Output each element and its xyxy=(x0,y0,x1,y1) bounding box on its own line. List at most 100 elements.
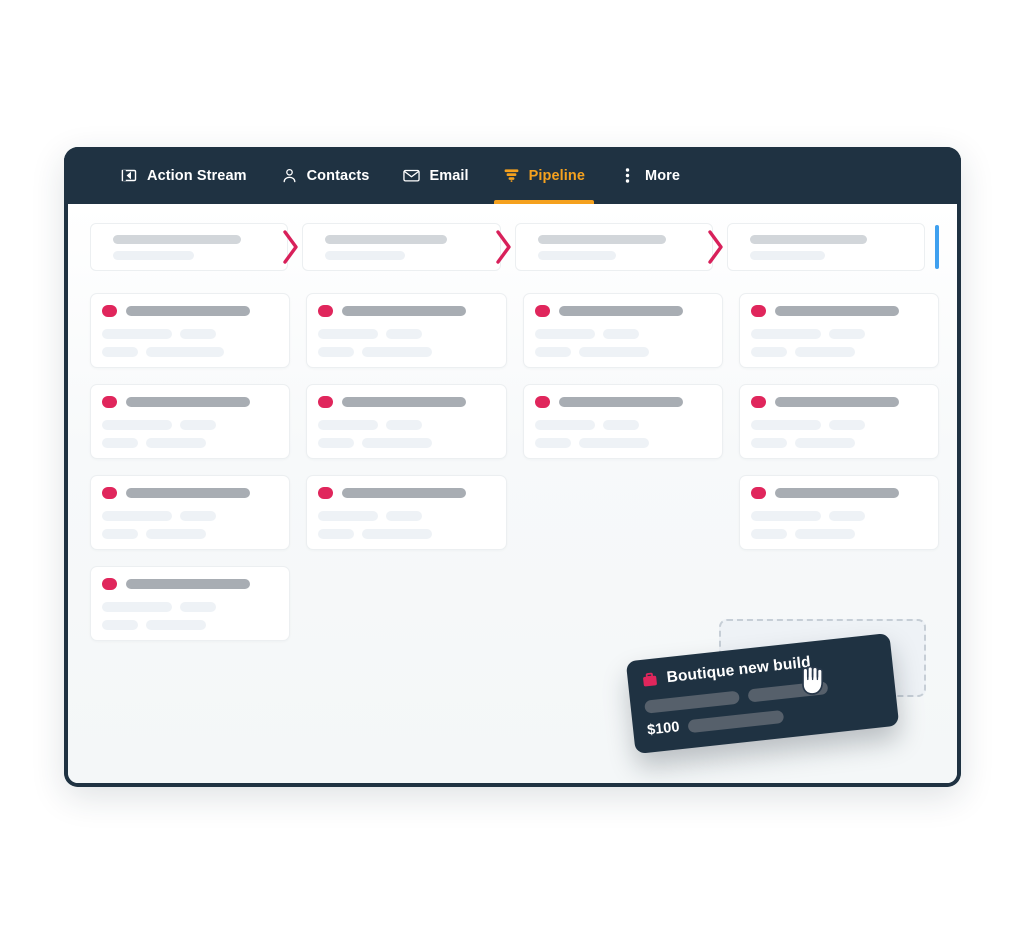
dragged-card-amount: $100 xyxy=(646,719,681,739)
deal-status-dot xyxy=(534,305,550,317)
deal-card[interactable] xyxy=(306,293,507,368)
dragged-card-title: Boutique new build xyxy=(665,653,812,687)
nav-item-label: Email xyxy=(429,167,469,184)
deal-field-placeholder xyxy=(750,529,787,539)
deal-field-placeholder xyxy=(102,329,172,339)
deal-card-header xyxy=(534,305,709,317)
pipeline-stage-bar xyxy=(90,223,939,271)
deal-status-dot xyxy=(102,305,117,317)
deal-field-placeholder xyxy=(578,347,649,357)
dragged-field-placeholder xyxy=(644,690,740,714)
deal-card-header xyxy=(750,487,925,499)
deal-card[interactable] xyxy=(738,384,939,459)
stage-separator-chevron xyxy=(283,230,299,264)
deal-card[interactable] xyxy=(306,384,507,459)
dragged-field-placeholder xyxy=(687,709,785,733)
deal-card[interactable] xyxy=(90,384,291,459)
pipeline-stage-4[interactable] xyxy=(726,223,925,271)
deal-field-placeholder xyxy=(146,620,206,630)
deal-field-placeholder xyxy=(318,511,379,521)
deal-field-placeholder xyxy=(146,529,206,539)
screenshot-stage: Action Stream Contacts Email Pipeline Mo… xyxy=(0,0,1024,934)
deal-card[interactable] xyxy=(90,475,291,550)
deal-field-placeholder xyxy=(386,420,423,430)
deal-field-placeholder xyxy=(602,329,639,339)
deal-status-dot xyxy=(102,396,117,408)
deal-title-placeholder xyxy=(342,488,467,498)
deal-field-placeholder xyxy=(180,420,216,430)
flag-arrow-icon xyxy=(121,167,138,184)
nav-item-label: Pipeline xyxy=(528,167,586,184)
deal-field-placeholder xyxy=(794,438,855,448)
nav-item-label: More xyxy=(645,167,681,184)
deal-field-placeholder xyxy=(318,329,379,339)
pipeline-stage-1[interactable] xyxy=(90,223,298,271)
deal-field-placeholder xyxy=(828,420,865,430)
deal-field-placeholder xyxy=(318,529,355,539)
deal-card-header xyxy=(750,305,925,317)
deal-field-placeholder xyxy=(534,329,595,339)
deal-card[interactable] xyxy=(738,293,939,368)
pipeline-stage-2[interactable] xyxy=(302,223,511,271)
deal-card-header xyxy=(102,578,276,590)
deal-status-dot xyxy=(750,396,766,408)
stage-name-placeholder xyxy=(537,234,666,244)
person-icon xyxy=(281,167,298,184)
deal-field-placeholder xyxy=(102,529,138,539)
deal-card[interactable] xyxy=(306,475,507,550)
deal-status-dot xyxy=(534,396,550,408)
stage-separator-chevron xyxy=(708,230,724,264)
nav-item-contacts[interactable]: Contacts xyxy=(264,147,387,204)
deal-field-placeholder xyxy=(750,347,787,357)
horizontal-scrollbar[interactable] xyxy=(935,225,939,269)
deal-title-placeholder xyxy=(774,488,899,498)
deal-card[interactable] xyxy=(90,566,291,641)
deal-card-header xyxy=(318,487,492,499)
deal-status-dot xyxy=(318,396,334,408)
deal-status-dot xyxy=(102,487,117,499)
nav-item-label: Action Stream xyxy=(147,167,247,184)
stage-name-placeholder xyxy=(749,234,867,244)
dragged-deal-card[interactable]: Boutique new build $100 xyxy=(625,632,900,755)
app-window: Action Stream Contacts Email Pipeline Mo… xyxy=(64,147,961,787)
pipeline-canvas: Boutique new build $100 xyxy=(64,204,961,787)
stage-separator-chevron xyxy=(495,230,512,264)
deal-card[interactable] xyxy=(90,293,291,368)
stage-subtitle-placeholder xyxy=(325,250,406,260)
pipeline-stage-3[interactable] xyxy=(514,223,723,271)
deal-field-placeholder xyxy=(602,420,639,430)
deal-field-placeholder xyxy=(180,511,216,521)
deal-card-header xyxy=(318,305,492,317)
deal-card-header xyxy=(318,396,492,408)
deal-field-placeholder xyxy=(794,347,855,357)
deal-title-placeholder xyxy=(126,397,250,407)
deal-field-placeholder xyxy=(750,329,821,339)
deal-field-placeholder xyxy=(578,438,649,448)
deal-card[interactable] xyxy=(522,384,723,459)
deal-card[interactable] xyxy=(738,475,939,550)
deal-title-placeholder xyxy=(558,306,683,316)
kebab-menu-icon xyxy=(619,167,636,184)
deal-card-empty-slot xyxy=(523,566,723,641)
dragged-field-placeholder xyxy=(747,680,829,703)
nav-item-email[interactable]: Email xyxy=(386,147,485,204)
deal-field-placeholder xyxy=(386,511,423,521)
deal-field-placeholder xyxy=(362,347,433,357)
deal-field-placeholder xyxy=(102,602,172,612)
deal-field-placeholder xyxy=(102,438,138,448)
stage-name-placeholder xyxy=(113,234,241,244)
deal-field-placeholder xyxy=(362,438,433,448)
deal-field-placeholder xyxy=(102,347,138,357)
deal-title-placeholder xyxy=(342,306,467,316)
nav-item-action-stream[interactable]: Action Stream xyxy=(104,147,264,204)
deal-field-placeholder xyxy=(386,329,423,339)
deal-field-placeholder xyxy=(794,529,855,539)
deal-card[interactable] xyxy=(522,293,723,368)
deal-field-placeholder xyxy=(318,438,355,448)
nav-item-label: Contacts xyxy=(306,167,370,184)
deal-card-empty-slot xyxy=(306,566,506,641)
nav-item-more[interactable]: More xyxy=(602,147,697,204)
deal-field-placeholder xyxy=(750,511,821,521)
briefcase-icon xyxy=(641,671,659,689)
nav-item-pipeline[interactable]: Pipeline xyxy=(486,147,602,204)
